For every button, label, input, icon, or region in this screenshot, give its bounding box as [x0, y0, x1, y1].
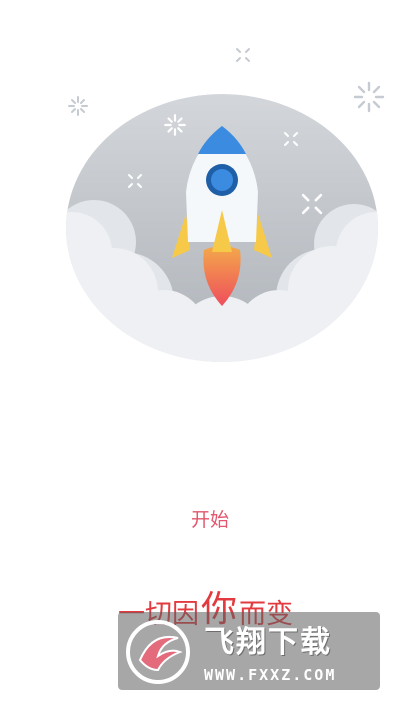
start-button[interactable]: 开始: [170, 500, 250, 536]
rocket-illustration: [64, 92, 380, 364]
sparkle-icon: [68, 96, 88, 116]
watermark-logo-icon: [118, 612, 200, 690]
watermark: 飞翔下载 WWW.FXXZ.COM: [118, 612, 380, 690]
sparkle-icon: [284, 132, 298, 146]
watermark-title: 飞翔下载: [204, 625, 332, 660]
sparkle-icon: [128, 174, 142, 188]
sparkle-icon: [236, 48, 250, 62]
sparkle-icon: [353, 81, 385, 113]
rocket-scene-svg: [66, 94, 378, 362]
start-button-label: 开始: [190, 508, 229, 531]
sparkle-icon: [301, 193, 323, 215]
sparkle-icon: [164, 114, 186, 136]
watermark-url: WWW.FXXZ.COM: [204, 666, 337, 684]
